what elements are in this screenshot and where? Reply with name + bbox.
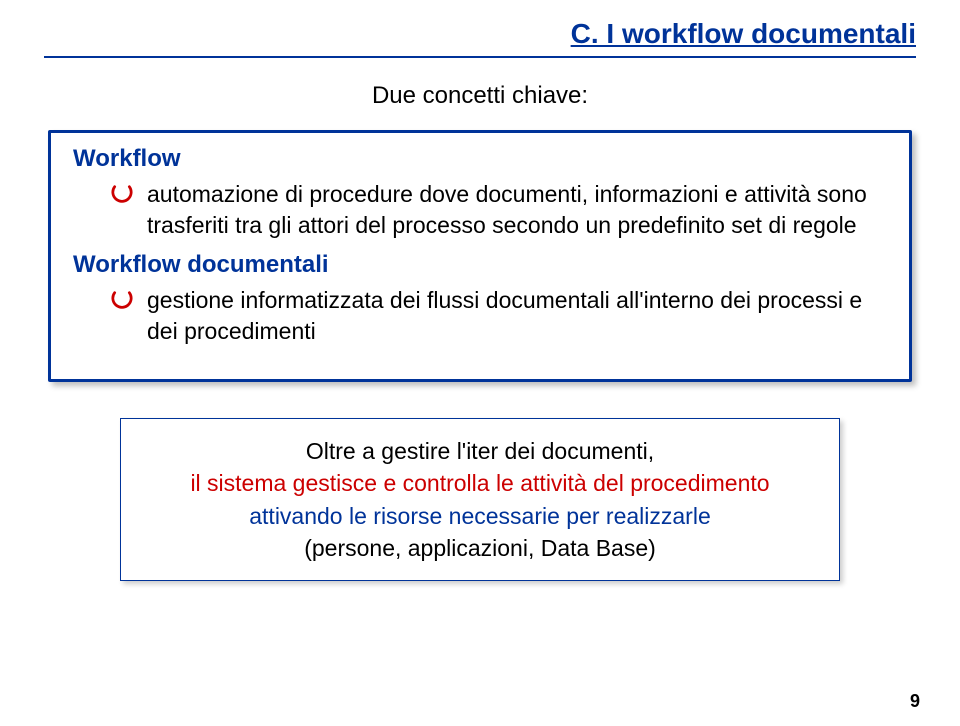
workflow-bullet-row: automazione di procedure dove documenti,…: [111, 179, 887, 241]
summary-line4: (persone, applicazioni, Data Base): [139, 532, 821, 564]
workflow-doc-bullet-text: gestione informatizzata dei flussi docum…: [147, 285, 887, 347]
workflow-bullet-text: automazione di procedure dove documenti,…: [147, 179, 887, 241]
workflow-doc-bullet-row: gestione informatizzata dei flussi docum…: [111, 285, 887, 347]
header-divider: [44, 56, 916, 58]
summary-line3: attivando le risorse necessarie per real…: [139, 500, 821, 532]
summary-box: Oltre a gestire l'iter dei documenti, il…: [120, 418, 840, 581]
arc-bullet-icon: [111, 183, 133, 205]
arc-bullet-icon: [111, 289, 133, 311]
page-number: 9: [910, 691, 920, 712]
summary-line2: il sistema gestisce e controlla le attiv…: [139, 467, 821, 499]
section-workflow-doc-label: Workflow documentali: [73, 251, 887, 279]
page-title: C. I workflow documentali: [44, 18, 916, 52]
subtitle: Due concetti chiave:: [44, 82, 916, 110]
concepts-box: Workflow automazione di procedure dove d…: [48, 130, 912, 382]
section-workflow-label: Workflow: [73, 145, 887, 173]
summary-line1: Oltre a gestire l'iter dei documenti,: [139, 435, 821, 467]
